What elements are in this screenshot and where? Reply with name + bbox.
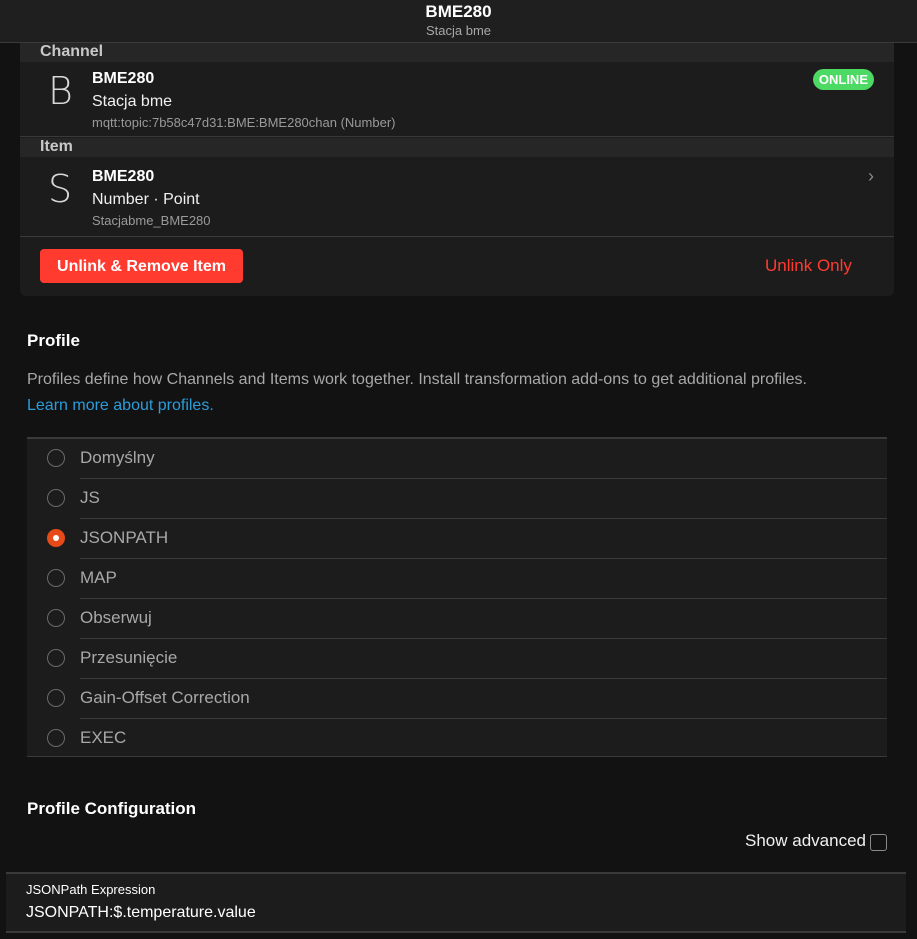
learn-more-link[interactable]: Learn more about profiles. [27, 397, 214, 415]
unlink-remove-item-button[interactable]: Unlink & Remove Item [40, 249, 243, 283]
unlink-only-button[interactable]: Unlink Only [765, 249, 852, 283]
profile-option-jsonpath[interactable]: JSONPATH [27, 519, 887, 559]
show-advanced-label[interactable]: Show advanced [745, 831, 866, 851]
divider [20, 236, 894, 237]
option-label: Gain-Offset Correction [80, 688, 250, 707]
option-label: Domyślny [80, 448, 155, 467]
field-label: JSONPath Expression [26, 882, 156, 897]
option-label: Przesunięcie [80, 648, 178, 667]
channel-group-title: Channel [20, 43, 894, 62]
profile-list: Domyślny JS JSONPATH MAP Obserwuj Przesu… [27, 437, 887, 757]
profile-description: Profiles define how Channels and Items w… [27, 371, 807, 388]
jsonpath-expression-field[interactable]: JSONPath Expression JSONPATH:$.temperatu… [6, 872, 906, 933]
profile-section-title: Profile [27, 331, 80, 350]
profile-configuration-title: Profile Configuration [27, 799, 197, 818]
chevron-right-icon: › [868, 166, 874, 186]
radio-icon[interactable] [47, 649, 65, 667]
profile-option-gain-offset[interactable]: Gain-Offset Correction [27, 679, 887, 719]
channel-uid: mqtt:topic:7b58c47d31:BME:BME280chan (Nu… [92, 115, 396, 130]
item-avatar: S [48, 167, 73, 211]
channel-avatar: B [48, 69, 73, 113]
jsonpath-expression-input[interactable]: JSONPATH:$.temperature.value [26, 904, 256, 922]
radio-icon[interactable] [47, 689, 65, 707]
link-card: Channel B BME280 Stacja bme mqtt:topic:7… [20, 43, 894, 296]
divider [20, 136, 894, 137]
option-label: JS [80, 488, 100, 507]
profile-option-przesuniecie[interactable]: Przesunięcie [27, 639, 887, 679]
item-subtitle: Number · Point [92, 191, 200, 208]
status-badge: ONLINE [812, 69, 874, 90]
profile-option-map[interactable]: MAP [27, 559, 887, 599]
page-title: BME280 [425, 2, 492, 21]
option-label: JSONPATH [80, 528, 169, 547]
profile-option-js[interactable]: JS [27, 479, 887, 519]
navbar: BME280 Stacja bme [0, 0, 917, 43]
radio-icon[interactable] [47, 729, 65, 747]
item-name: Stacjabme_BME280 [92, 213, 211, 228]
channel-row[interactable]: B BME280 Stacja bme mqtt:topic:7b58c47d3… [20, 62, 894, 136]
channel-title: BME280 [92, 70, 155, 87]
radio-icon[interactable] [47, 449, 65, 467]
radio-icon[interactable] [47, 569, 65, 587]
page-subtitle: Stacja bme [425, 23, 492, 38]
profile-option-domyslny[interactable]: Domyślny [27, 439, 887, 479]
radio-selected-icon[interactable] [47, 529, 65, 547]
item-row[interactable]: S BME280 Number · Point Stacjabme_BME280… [20, 160, 894, 236]
radio-icon[interactable] [47, 489, 65, 507]
show-advanced-checkbox[interactable] [870, 834, 887, 851]
item-title: BME280 [92, 168, 155, 185]
option-label: MAP [80, 568, 117, 587]
option-label: Obserwuj [80, 608, 152, 627]
profile-option-obserwuj[interactable]: Obserwuj [27, 599, 887, 639]
option-label: EXEC [80, 728, 127, 747]
radio-icon[interactable] [47, 609, 65, 627]
item-group-title: Item [20, 138, 894, 157]
profile-option-exec[interactable]: EXEC [27, 719, 887, 759]
channel-subtitle: Stacja bme [92, 93, 173, 110]
